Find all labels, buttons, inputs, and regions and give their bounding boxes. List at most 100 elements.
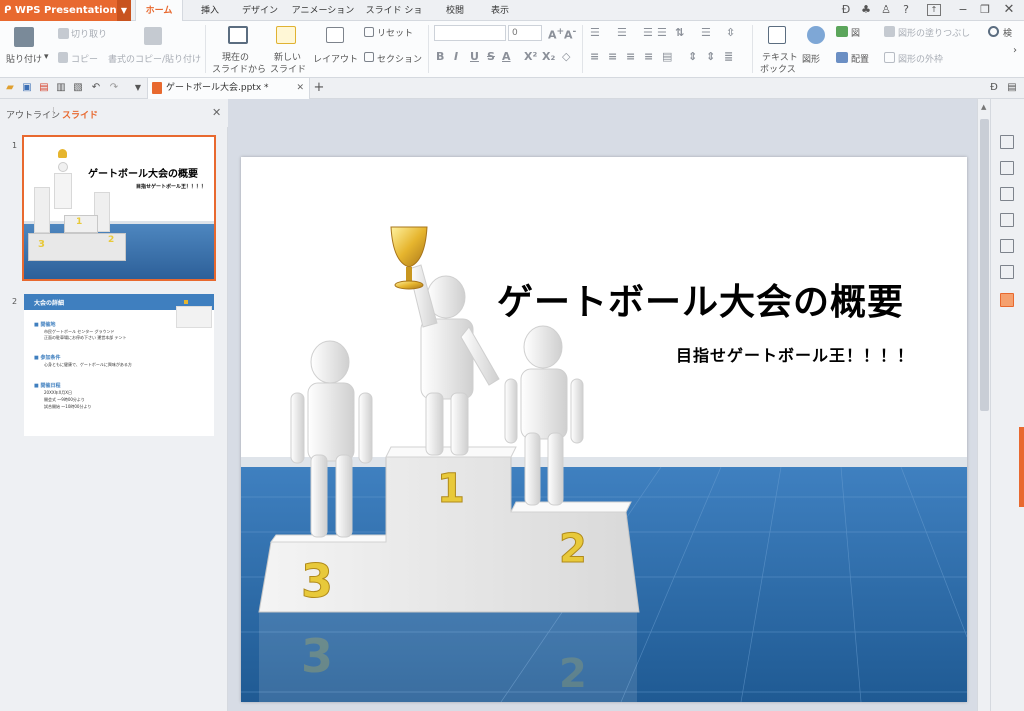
copy-button[interactable]: コピー [71,52,98,65]
chevron-down-icon[interactable]: ▾ [44,52,49,62]
redo-icon[interactable]: ↷ [108,82,120,94]
line-spacing-icon[interactable]: ⇕ [688,50,697,63]
underline-button[interactable]: U [470,50,479,63]
close-tab-icon[interactable]: ✕ [296,78,304,98]
backup-icon[interactable] [1000,293,1014,307]
paragraph-spacing-icon[interactable]: ⇕ [706,50,715,63]
justify-icon[interactable]: ≡ [644,50,653,63]
font-family-select[interactable] [434,25,506,41]
bullets-icon[interactable]: ☰ [590,26,600,39]
restore-button[interactable]: ❐ [977,2,993,18]
shape-outline-button[interactable]: 図形の外枠 [898,52,943,65]
tab-design[interactable]: デザイン [236,0,284,21]
vertical-scrollbar[interactable]: ▲ [977,99,990,711]
decrease-indent-icon[interactable]: ☰ [643,26,653,39]
reset-button[interactable]: リセット [377,26,413,39]
text-color-button[interactable]: A [502,50,511,63]
arrange-button[interactable]: 配置 [851,52,869,65]
print-preview-icon[interactable]: ▧ [72,82,84,94]
tab-animation[interactable]: アニメーション [290,0,356,21]
bold-button[interactable]: B [436,50,444,63]
export-pdf-icon[interactable]: ▤ [38,82,50,94]
thumb2-item-line: 試合開始 ～10時00分より [44,404,92,409]
paste-icon[interactable] [14,27,34,47]
shape-fill-button[interactable]: 図形の塗りつぶし [898,26,970,39]
layout-button[interactable]: レイアウト [313,52,358,65]
close-pane-icon[interactable]: ✕ [212,106,221,119]
align-left-icon[interactable]: ≡ [590,50,599,63]
layout-grid-icon[interactable] [1000,239,1014,253]
grow-font-icon[interactable]: A+ [548,26,564,42]
scroll-up-icon[interactable]: ▲ [981,103,986,111]
shirt-icon[interactable]: ♣ [858,2,874,18]
columns-icon[interactable]: ☰ [701,26,711,39]
slides-stack-icon[interactable] [1000,187,1014,201]
paragraph-settings-icon[interactable]: ≣ [724,50,733,63]
print-icon[interactable]: ▥ [55,82,67,94]
upload-icon[interactable]: ↑ [927,4,941,16]
chevron-down-icon: ▼ [117,0,131,21]
collapse-ribbon-icon[interactable]: Ð [988,82,1000,94]
object-icon[interactable] [1000,161,1014,175]
scrollbar-thumb[interactable] [980,119,989,411]
app-menu-button[interactable]: ᑭ WPS Presentation ▼ [0,0,131,21]
text-box-label-2[interactable]: ボックス [760,62,796,75]
save-icon[interactable]: ▣ [21,82,33,94]
close-button[interactable]: ✕ [1001,2,1017,18]
picture-button[interactable]: 図 [851,26,860,39]
notification-icon[interactable]: ▤ [1006,82,1018,94]
user-icon[interactable]: ♙ [878,2,894,18]
paste-button[interactable]: 貼り付け [6,52,42,65]
align-center-icon[interactable]: ≡ [608,50,617,63]
tab-slideshow[interactable]: スライド ショー [362,0,426,38]
open-folder-icon[interactable]: ▰ [4,82,16,94]
podium-2: 2 [559,526,587,572]
strikethrough-button[interactable]: S [487,50,495,63]
find-button[interactable]: 検 [1003,26,1012,39]
slide-thumbnail-2[interactable]: 大会の詳細 ■ 開催地 市民ゲートボール センター グラウンド 正面の駐車場にお… [24,294,214,436]
subscript-icon[interactable]: X₂ [542,50,555,63]
minimize-button[interactable]: − [955,2,971,18]
font-size-select[interactable]: 0 [508,25,542,41]
skin-icon[interactable]: Ð [838,2,854,18]
tab-home[interactable]: ホーム [135,0,183,22]
new-document-icon[interactable] [1000,135,1014,149]
sidebar-accent-tab[interactable] [1019,427,1024,507]
slide-thumbnail-1[interactable]: ゲートボール大会の概要 目指せゲートボール王！！！！ 3 1 2 [22,135,216,281]
thumb2-item-head: ■ 開催日程 [34,383,61,389]
slide-subtitle[interactable]: 目指せゲートボール王！！！！ [676,342,914,366]
help-icon[interactable]: ? [898,2,914,18]
numbering-icon[interactable]: ☰ [617,26,627,39]
pane-tab-divider: | [52,107,56,117]
align-text-icon[interactable]: ⇳ [726,26,735,39]
shrink-font-icon[interactable]: A- [564,26,576,42]
template-icon[interactable] [1000,213,1014,227]
ribbon-scroll-right-icon[interactable]: › [1013,45,1017,56]
new-tab-icon[interactable]: + [313,81,325,94]
text-direction-icon[interactable]: ⇅ [675,26,684,39]
find-document-icon[interactable] [1000,265,1014,279]
podium-3: 3 [301,554,333,608]
undo-icon[interactable]: ↶ [90,82,102,94]
italic-button[interactable]: I [454,50,458,63]
increase-indent-icon[interactable]: ☰ [657,26,667,39]
tab-view[interactable]: 表示 [483,0,517,21]
tab-review[interactable]: 校閲 [438,0,472,21]
new-slide-label-2[interactable]: スライド [270,62,306,75]
cut-button[interactable]: 切り取り [71,27,107,40]
format-painter-button[interactable]: 書式のコピー/貼り付け [108,52,201,65]
distribute-icon[interactable]: ▤ [662,50,672,63]
align-right-icon[interactable]: ≡ [626,50,635,63]
customize-toolbar-icon[interactable]: ▼ [132,82,144,94]
clear-format-icon[interactable]: ◇ [562,50,570,63]
document-tab[interactable]: ゲートボール大会.pptx * ✕ [147,78,310,99]
slide-title[interactable]: ゲートボール大会の概要 [497,273,904,325]
section-button[interactable]: セクション [377,52,422,65]
tab-insert[interactable]: 挿入 [192,0,228,21]
from-current-label-2[interactable]: スライドから [212,62,266,75]
tab-slides[interactable]: スライド [62,108,98,121]
shape-button[interactable]: 図形 [802,52,820,65]
arrange-icon [836,52,848,63]
superscript-icon[interactable]: X² [524,50,537,63]
slide-canvas[interactable]: 1 2 3 3 2 ゲートボール大会の概要 目指せゲートボール王！！！！ [241,157,967,702]
